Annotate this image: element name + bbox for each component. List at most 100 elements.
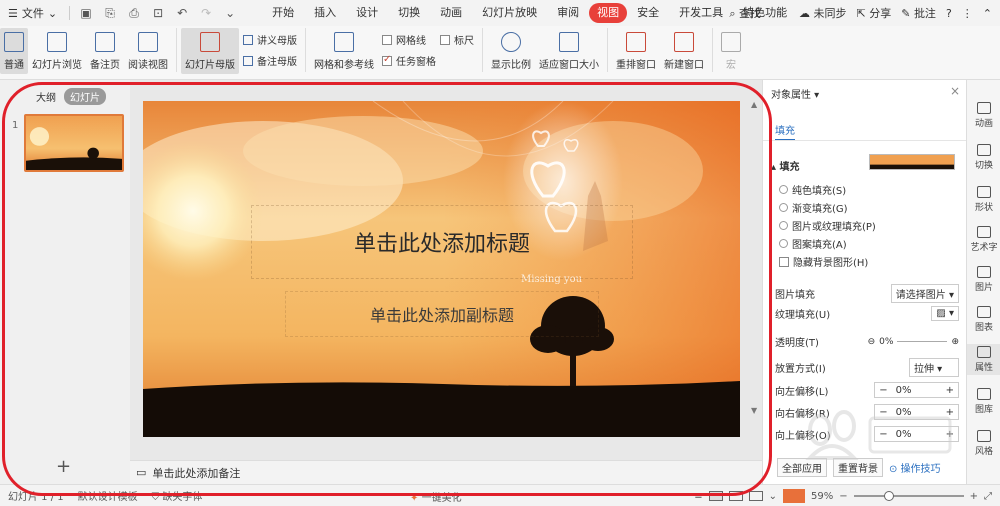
transparency-slider[interactable]: ⊖ 0% ⊕ — [868, 337, 959, 347]
reading-view-button[interactable]: 阅读视图 — [124, 28, 172, 74]
offset-left-stepper[interactable]: −0% + — [874, 382, 959, 398]
pattern-fill-radio[interactable]: 图案填充(A) — [779, 236, 847, 251]
theme-name[interactable]: 默认设计模板 — [78, 488, 138, 503]
normal-view-status-icon[interactable] — [708, 491, 723, 501]
tab-outline[interactable]: 大纲 — [36, 89, 56, 104]
slide-canvas[interactable]: Missing you 单击此处添加标题 单击此处添加副标题 — [143, 101, 740, 437]
side-shape-button[interactable]: 形状 — [967, 186, 1000, 213]
chevron-down-icon[interactable]: ⌄ — [222, 5, 238, 21]
tab-transition[interactable]: 切换 — [388, 3, 430, 23]
collapse-icon[interactable]: ⌃ — [983, 7, 992, 20]
fill-preview-dropdown[interactable] — [869, 154, 955, 170]
fit-screen-icon[interactable]: ⤢ — [984, 491, 992, 502]
task-pane-checkbox[interactable]: 任务窗格 — [382, 53, 474, 68]
scroll-down-icon[interactable]: ▼ — [751, 406, 757, 415]
tab-slides[interactable]: 幻灯片 — [64, 88, 106, 105]
notes-page-button[interactable]: 备注页 — [86, 28, 124, 74]
add-slide-button[interactable]: + — [56, 456, 71, 477]
comment-button[interactable]: ✎ 批注 — [901, 5, 936, 21]
fill-section-header[interactable]: ▴ 填充 — [771, 158, 800, 173]
offset-right-stepper[interactable]: −0% + — [874, 404, 959, 420]
rearrange-window-button[interactable]: 重排窗口 — [612, 28, 660, 74]
fill-section-label: 填充 — [779, 162, 800, 173]
zoom-slider-knob[interactable] — [883, 491, 894, 501]
notes-bar[interactable]: ▭ 单击此处添加备注 — [130, 460, 762, 484]
side-wordart-button[interactable]: 艺术字 — [967, 226, 1000, 253]
offset-up-stepper[interactable]: −0% + — [874, 426, 959, 442]
more-icon[interactable]: ⋮ — [962, 7, 973, 20]
undo-icon[interactable]: ↶ — [174, 5, 190, 21]
ruler-checkbox[interactable]: 标尺 — [440, 32, 474, 47]
panel-title[interactable]: 对象属性 ▾ — [771, 86, 819, 101]
reset-bg-button[interactable]: 重置背景 — [833, 458, 883, 477]
play-slideshow-button[interactable] — [782, 489, 805, 503]
notes-toggle-icon[interactable]: ≡ — [694, 491, 702, 502]
title-placeholder[interactable]: 单击此处添加标题 — [251, 205, 633, 279]
tab-developer[interactable]: 开发工具 — [669, 3, 733, 23]
sorter-view-icon[interactable] — [728, 491, 743, 501]
apply-all-button[interactable]: 全部应用 — [777, 458, 827, 477]
subtitle-placeholder[interactable]: 单击此处添加副标题 — [285, 291, 599, 337]
zoom-slider[interactable] — [853, 491, 964, 501]
gradient-fill-radio[interactable]: 渐变填充(G) — [779, 200, 848, 215]
tab-design[interactable]: 设计 — [346, 3, 388, 23]
side-transition-button[interactable]: 切换 — [967, 144, 1000, 171]
slide-browse-button[interactable]: 幻灯片浏览 — [28, 28, 86, 74]
minus-icon[interactable]: ⊖ — [868, 337, 876, 347]
notes-master-button[interactable]: 备注母版 — [243, 53, 297, 68]
side-chart-button[interactable]: 图表 — [967, 306, 1000, 333]
hide-bg-checkbox[interactable]: 隐藏背景图形(H) — [779, 254, 868, 269]
reading-view-icon[interactable] — [748, 491, 763, 501]
share-button[interactable]: ⇱ 分享 — [857, 5, 892, 21]
preview-icon[interactable]: ⊡ — [150, 5, 166, 21]
picture-fill-radio[interactable]: 图片或纹理填充(P) — [779, 218, 876, 233]
chevron-down-icon[interactable]: ⌄ — [769, 491, 777, 502]
tab-security[interactable]: 安全 — [627, 3, 669, 23]
new-window-button[interactable]: 新建窗口 — [660, 28, 708, 74]
side-style-button[interactable]: 风格 — [967, 430, 1000, 457]
side-animation-button[interactable]: 动画 — [967, 102, 1000, 129]
side-picture-button[interactable]: 图片 — [967, 266, 1000, 293]
print-icon[interactable]: ⎙ — [126, 5, 142, 21]
missing-fonts-button[interactable]: ⛉ 缺失字体 — [152, 488, 203, 503]
tips-link[interactable]: ⊙ 操作技巧 — [889, 460, 941, 475]
vertical-scrollbar[interactable]: ▲ ▼ — [751, 100, 761, 420]
placement-dropdown[interactable]: 拉伸 ▾ — [909, 358, 959, 377]
tab-insert[interactable]: 插入 — [304, 3, 346, 23]
macro-button[interactable]: 宏 — [717, 28, 745, 74]
tab-animation[interactable]: 动画 — [430, 3, 472, 23]
slide-thumbnail[interactable] — [24, 114, 124, 172]
tab-home[interactable]: 开始 — [262, 3, 304, 23]
show-ratio-button[interactable]: 显示比例 — [487, 28, 535, 74]
save-icon[interactable]: ▣ — [78, 5, 94, 21]
gridlines-checkbox[interactable]: 网格线 — [382, 32, 426, 47]
side-chart-label: 图表 — [974, 323, 993, 333]
grid-guides-button[interactable]: 网格和参考线 — [310, 28, 378, 74]
side-gallery-button[interactable]: 图库 — [967, 388, 1000, 415]
tab-review[interactable]: 审阅 — [547, 3, 589, 23]
search-button[interactable]: ⌕ 查找 — [729, 5, 761, 21]
tab-slideshow[interactable]: 幻灯片放映 — [472, 3, 547, 23]
tab-view[interactable]: 视图 — [589, 3, 628, 23]
close-icon[interactable]: × — [950, 84, 960, 98]
handout-master-button[interactable]: 讲义母版 — [243, 32, 297, 47]
zoom-in-icon[interactable]: + — [970, 491, 978, 502]
zoom-level[interactable]: 59% — [811, 491, 833, 502]
slide-master-button[interactable]: 幻灯片母版 — [181, 28, 239, 74]
normal-view-button[interactable]: 普通 — [0, 28, 28, 74]
side-properties-button[interactable]: 属性 — [967, 344, 1000, 375]
solid-fill-radio[interactable]: 纯色填充(S) — [779, 182, 846, 197]
fit-window-button[interactable]: 适应窗口大小 — [535, 28, 603, 74]
texture-dropdown[interactable]: ▨ ▾ — [931, 306, 959, 321]
tab-fill[interactable]: 填充 — [775, 122, 795, 141]
zoom-out-icon[interactable]: − — [839, 491, 847, 502]
help-icon[interactable]: ? — [946, 7, 952, 20]
file-menu-button[interactable]: ☰ 文件 ⌄ — [0, 5, 65, 21]
picture-select-dropdown[interactable]: 请选择图片 ▾ — [890, 284, 959, 303]
export-icon[interactable]: ⎘ — [102, 5, 118, 21]
plus-icon[interactable]: ⊕ — [951, 337, 959, 347]
scroll-up-icon[interactable]: ▲ — [751, 100, 757, 109]
redo-icon[interactable]: ↷ — [198, 5, 214, 21]
beautify-button[interactable]: ✦ 一键美化 — [410, 489, 462, 504]
sync-button[interactable]: ☁ 未同步 — [799, 5, 847, 21]
